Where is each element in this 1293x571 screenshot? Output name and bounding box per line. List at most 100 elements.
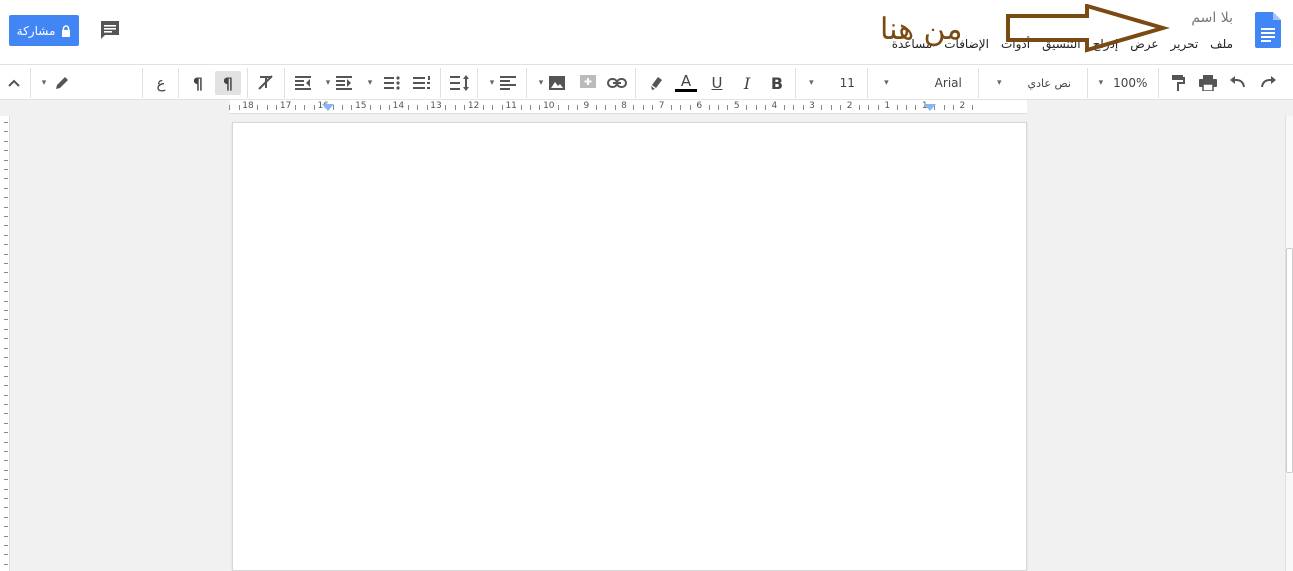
ruler-tick [840,105,842,110]
chevron-down-icon: ▾ [325,78,331,88]
ruler-tick [266,105,268,110]
rtl-button[interactable]: ¶ [186,71,210,95]
ruler-tick [859,105,860,110]
line-spacing-button[interactable] [448,71,472,95]
ruler-number: 2 [846,101,853,111]
font-select[interactable]: ▾ Arial [875,71,971,95]
ruler-tick [727,105,729,110]
separator [142,68,143,98]
ruler-tick [830,105,832,110]
ruler-tick [520,105,522,110]
ruler-tick [276,105,278,110]
doc-icon[interactable] [1255,12,1281,48]
font-size-value: 11 [839,76,855,90]
ruler-number: 17 [279,101,292,111]
ruler-tick [4,441,8,443]
zoom-select[interactable]: ▾ 100% [1095,71,1151,95]
ruler-tick [4,328,8,330]
ruler-tick [4,347,8,349]
bold-icon: B [770,73,784,93]
ruler-number: 13 [430,101,442,111]
ruler-tick [389,105,390,110]
clear-format-button[interactable] [254,71,278,95]
document-title[interactable]: بلا اسم [1191,10,1233,26]
comment-icon[interactable] [99,19,121,41]
underline-icon: U [711,74,723,92]
font-value: Arial [934,76,962,90]
ruler-tick [765,105,766,110]
zoom-value: 100% [1113,76,1148,90]
ruler-tick [4,216,8,217]
indent-marker-right[interactable] [924,104,936,111]
style-select[interactable]: ▾ نص عادي [986,71,1082,95]
input-tool-label: ع [156,74,166,92]
ruler-tick [652,105,654,110]
separator [178,68,179,98]
ruler-number: 15 [355,101,367,111]
ruler-tick [4,169,8,170]
toolbar: ▾ 100% ▾ نص عادي ▾ Arial ▾ 11 B I U A ▾ … [0,64,1293,100]
font-size-select[interactable]: ▾ 11 [802,71,862,95]
collapse-button[interactable] [4,71,24,95]
indent-marker-left[interactable] [322,104,334,111]
ruler-tick [304,105,306,110]
ruler-tick [567,105,569,110]
ruler-tick [4,122,8,123]
ruler-tick [4,140,8,142]
scrollbar-thumb[interactable] [1286,248,1293,473]
highlight-button[interactable] [644,71,668,95]
ruler-tick [595,105,597,110]
ruler-tick [492,105,494,110]
numbered-list-button[interactable] [410,71,434,95]
ruler-tick [370,105,372,110]
ruler-tick [4,375,8,377]
ruler-tick [4,563,8,565]
ruler-tick [915,105,917,110]
share-button[interactable]: مشاركة [9,15,79,46]
separator [30,68,31,98]
menu-edit[interactable]: تحرير [1171,37,1199,51]
paint-format-button[interactable] [1166,71,1190,95]
indent-button[interactable]: ▾ [320,71,358,95]
menu-file[interactable]: ملف [1210,37,1233,51]
rtl-icon: ¶ [192,73,204,93]
ruler-tick [605,105,607,110]
italic-button[interactable]: I [736,71,758,95]
ltr-button[interactable]: ¶ [215,71,241,95]
ruler-tick [4,357,8,358]
ruler-tick [4,178,8,180]
bold-button[interactable]: B [766,71,788,95]
ruler-number: 18 [242,101,254,111]
image-button[interactable]: ▾ [534,71,570,95]
separator [867,68,868,98]
ruler-tick [4,263,8,264]
undo-button[interactable] [1226,71,1250,95]
redo-button[interactable] [1256,71,1280,95]
ruler-tick [4,422,8,424]
chevron-down-icon: ▾ [538,78,544,88]
print-button[interactable] [1196,71,1220,95]
document-page[interactable] [232,122,1027,571]
scrollbar[interactable] [1285,116,1293,571]
input-tools-button[interactable]: ع [150,71,172,95]
text-color-button[interactable]: A [674,71,698,95]
ruler-tick [718,105,719,110]
editing-mode-button[interactable]: ▾ [36,71,76,95]
comment-add-button[interactable] [576,71,600,95]
ruler-tick [755,105,757,110]
pencil-icon [56,77,69,89]
align-button[interactable]: ▾ [484,71,522,95]
ruler-number: 7 [658,101,665,111]
link-button[interactable] [605,71,629,95]
header: بلا اسم ملف تحرير عرض إدراج التنسيق أدوا… [0,0,1293,64]
image-icon [549,76,566,90]
bulleted-list-button[interactable]: ▾ [362,71,406,95]
underline-button[interactable]: U [706,71,728,95]
ruler-tick [558,105,560,110]
separator [635,68,636,98]
ruler-tick [4,394,8,396]
horizontal-ruler[interactable]: 18 17 16 15 14 13 12 11 10 9 8 7 6 5 4 3 2 1 1 2 [229,100,1027,114]
ruler-number: 3 [809,101,815,111]
highlight-icon [651,77,662,90]
outdent-button[interactable] [291,71,315,95]
